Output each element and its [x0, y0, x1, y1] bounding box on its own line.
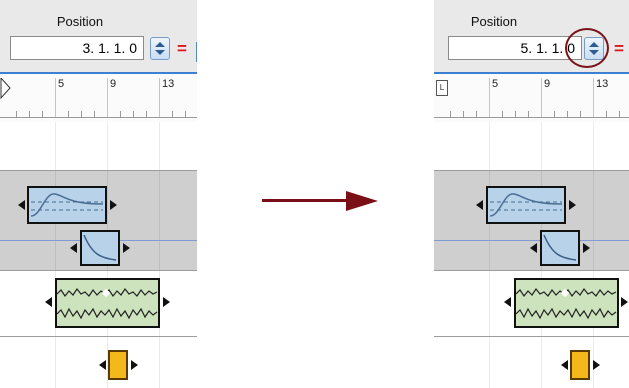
ruler-minor-tick: [450, 111, 451, 117]
ruler-minor-tick: [146, 111, 147, 117]
ruler-minor-tick: [29, 111, 30, 117]
spin-up-icon[interactable]: [155, 42, 165, 47]
trim-right-handle[interactable]: [131, 360, 138, 370]
curve-part[interactable]: [540, 230, 580, 266]
ruler-minor-tick: [463, 111, 464, 117]
trim-left-handle[interactable]: [18, 200, 25, 210]
ruler-major-tick: [489, 78, 490, 118]
ruler-minor-tick: [606, 111, 607, 117]
ruler-minor-tick: [94, 111, 95, 117]
automation-part[interactable]: [27, 186, 107, 224]
arrow-head-icon: [346, 191, 378, 211]
ruler-minor-tick: [42, 111, 43, 117]
trim-left-handle[interactable]: [70, 243, 77, 253]
trim-right-handle[interactable]: [621, 297, 628, 307]
ruler-major-tick: [159, 78, 160, 118]
track-lane[interactable]: [0, 122, 197, 170]
ruler-minor-tick: [619, 111, 620, 117]
automation-curve-icon: [30, 193, 104, 217]
automation-curve-icon: [489, 193, 563, 217]
ruler-label: 13: [596, 78, 609, 90]
ruler-label: 9: [544, 78, 551, 90]
ruler-minor-tick: [515, 111, 516, 117]
audio-part[interactable]: [55, 278, 160, 328]
position-label: Position: [470, 14, 518, 29]
ruler-label: 5: [58, 78, 65, 90]
trim-left-handle[interactable]: [476, 200, 483, 210]
equals-sign[interactable]: =: [614, 39, 624, 59]
trim-left-handle[interactable]: [561, 360, 568, 370]
ruler-minor-tick: [580, 111, 581, 117]
timeline-ruler[interactable]: 5 9 13: [434, 72, 629, 124]
audio-waveform-icon: [56, 287, 158, 320]
ruler-major-tick: [107, 78, 108, 118]
audio-waveform-icon: [515, 287, 617, 320]
timeline-ruler[interactable]: 5 9 13: [0, 72, 197, 124]
ruler-label: 9: [110, 78, 117, 90]
ruler-minor-tick: [185, 111, 186, 117]
project-cursor-icon[interactable]: [0, 78, 12, 104]
curve-part[interactable]: [80, 230, 120, 266]
trim-right-handle[interactable]: [569, 200, 576, 210]
position-label: Position: [56, 14, 104, 29]
ruler-label: 5: [492, 78, 499, 90]
trim-left-handle[interactable]: [45, 297, 52, 307]
spinner-highlight-circle: [565, 28, 609, 68]
ruler-minor-tick: [16, 111, 17, 117]
ruler-minor-tick: [528, 111, 529, 117]
ruler-minor-tick: [567, 111, 568, 117]
automation-part[interactable]: [486, 186, 566, 224]
ruler-minor-tick: [81, 111, 82, 117]
ruler-minor-tick: [502, 111, 503, 117]
panel-before: Position 3. 1. 1. 0 = 5 9 13: [0, 0, 197, 388]
position-field[interactable]: 3. 1. 1. 0: [10, 36, 144, 60]
ruler-minor-tick: [476, 111, 477, 117]
toolbar-edge: [196, 42, 197, 62]
ruler-baseline: [0, 117, 197, 118]
midi-part[interactable]: [108, 350, 128, 380]
audio-part[interactable]: [514, 278, 619, 328]
ruler-major-tick: [593, 78, 594, 118]
trim-right-handle[interactable]: [123, 243, 130, 253]
ruler-label: 13: [162, 78, 175, 90]
ruler-minor-tick: [172, 111, 173, 117]
ruler-baseline: [434, 117, 629, 118]
ruler-minor-tick: [68, 111, 69, 117]
transition-arrow: [262, 199, 348, 202]
equals-sign[interactable]: =: [177, 39, 187, 59]
trim-right-handle[interactable]: [593, 360, 600, 370]
ruler-major-tick: [541, 78, 542, 118]
spin-down-icon[interactable]: [155, 50, 165, 55]
left-locator-marker[interactable]: L: [436, 80, 448, 96]
trim-right-handle[interactable]: [583, 243, 590, 253]
ruler-minor-tick: [133, 111, 134, 117]
decay-curve-icon: [543, 234, 577, 261]
decay-curve-icon: [83, 234, 117, 261]
trim-left-handle[interactable]: [99, 360, 106, 370]
trim-right-handle[interactable]: [163, 297, 170, 307]
trim-left-handle[interactable]: [530, 243, 537, 253]
trim-right-handle[interactable]: [110, 200, 117, 210]
position-spinner[interactable]: [150, 37, 170, 60]
ruler-minor-tick: [554, 111, 555, 117]
track-lane[interactable]: [434, 122, 629, 170]
ruler-major-tick: [55, 78, 56, 118]
position-field[interactable]: 5. 1. 1. 0: [448, 36, 582, 60]
trim-left-handle[interactable]: [504, 297, 511, 307]
midi-part[interactable]: [570, 350, 590, 380]
ruler-minor-tick: [120, 111, 121, 117]
